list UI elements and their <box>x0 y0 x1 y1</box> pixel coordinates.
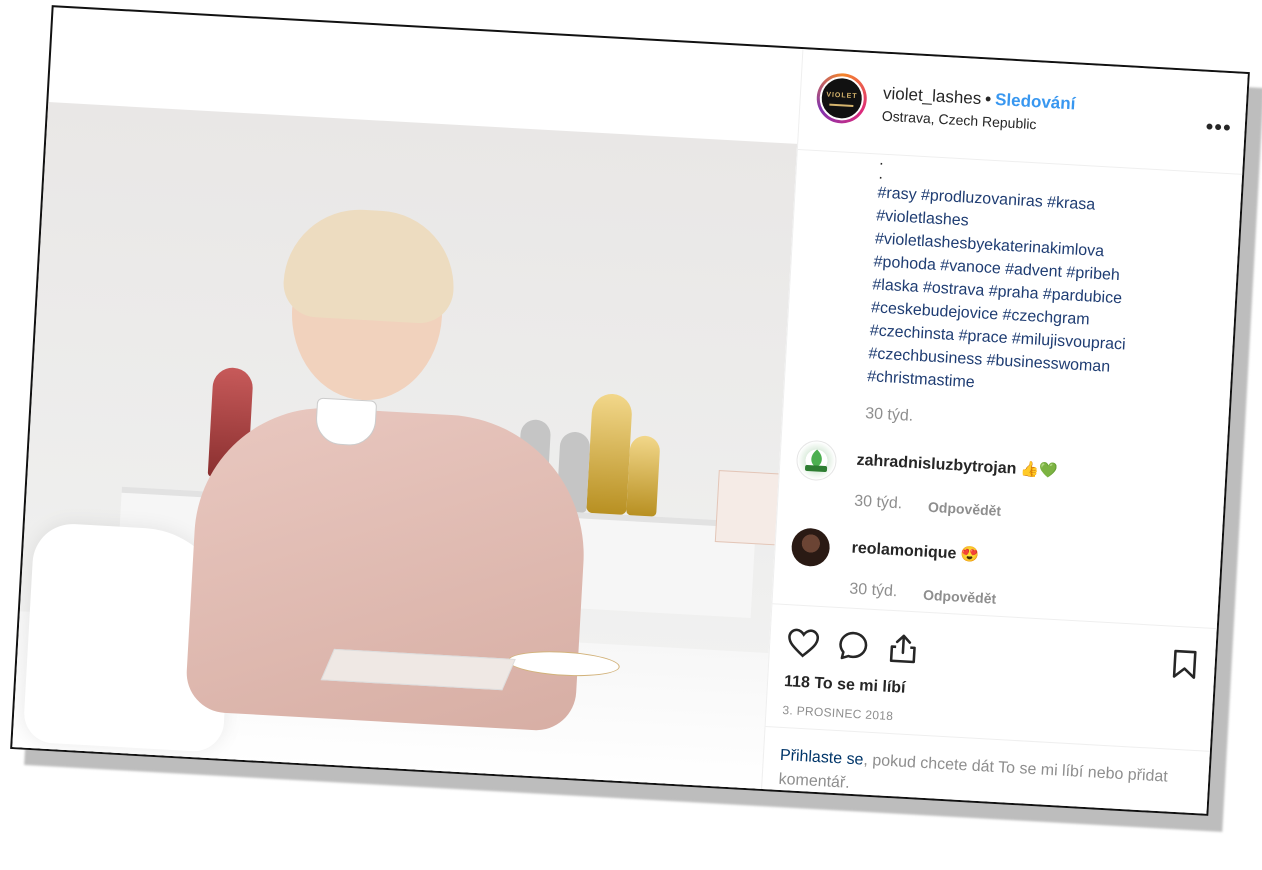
comment-username-text[interactable]: zahradnisluzbytrojan <box>856 452 1017 478</box>
likes-count[interactable]: 118 To se mi líbí <box>784 673 906 698</box>
avatar-logo-text: VIOLET <box>826 91 858 101</box>
comment-avatar[interactable] <box>795 439 838 482</box>
reply-button[interactable]: Odpovědět <box>928 499 1002 519</box>
comment-emoji: 👍💚 <box>1019 460 1059 480</box>
more-options-icon[interactable]: ••• <box>1205 114 1232 141</box>
photo-trophy <box>586 392 633 515</box>
photo-trophy-small <box>626 435 661 517</box>
comment-item: zahradnisluzbytrojan 👍💚 30 týd. Odpovědět <box>795 439 1217 519</box>
caption-time: 30 týd. <box>864 405 914 425</box>
post-header: VIOLET violet_lashes • Sledování Ostrava, … <box>797 49 1250 176</box>
profile-avatar-ring[interactable]: VIOLET <box>815 71 869 125</box>
post-photo[interactable] <box>12 102 798 793</box>
login-link[interactable]: Přihlaste se <box>780 747 864 769</box>
comment-avatar[interactable] <box>790 527 831 568</box>
action-bar: 118 To se mi líbí 3. PROSINEC 2018 <box>766 603 1222 730</box>
heart-icon[interactable] <box>785 625 821 661</box>
post-card: VIOLET violet_lashes • Sledování Ostrava, … <box>10 5 1250 816</box>
reply-button[interactable]: Odpovědět <box>923 587 997 607</box>
photo-certificate <box>714 470 781 546</box>
post-caption: . . #rasy #prodluzovaniras #krasa #viole… <box>867 152 1210 407</box>
username-link[interactable]: violet_lashes <box>883 84 982 108</box>
comment-username[interactable]: zahradnisluzbytrojan 👍💚 <box>856 451 1058 481</box>
bookmark-icon[interactable] <box>1167 646 1203 682</box>
follow-button[interactable]: Sledování <box>995 90 1076 113</box>
comment-time: 30 týd. <box>853 492 903 513</box>
leaf-logo-icon <box>805 449 828 472</box>
comment-username-text[interactable]: reolamonique <box>851 540 957 563</box>
separator-dot: • <box>984 89 992 109</box>
avatar-logo-bar <box>829 103 854 107</box>
comment-username[interactable]: reolamonique 😍 <box>851 539 979 565</box>
post-date: 3. PROSINEC 2018 <box>782 702 894 724</box>
share-icon[interactable] <box>885 631 921 667</box>
location-link[interactable]: Ostrava, Czech Republic <box>881 108 1036 133</box>
comment-emoji: 😍 <box>959 545 980 564</box>
post-sidebar: VIOLET violet_lashes • Sledování Ostrava, … <box>760 49 1250 816</box>
comment-bubble-icon[interactable] <box>835 628 871 664</box>
comment-time: 30 týd. <box>848 580 898 601</box>
photo-person-hair <box>281 205 458 325</box>
avatar[interactable]: VIOLET <box>818 75 865 122</box>
comment-item: reolamonique 😍 30 týd. Odpovědět <box>790 527 1212 607</box>
